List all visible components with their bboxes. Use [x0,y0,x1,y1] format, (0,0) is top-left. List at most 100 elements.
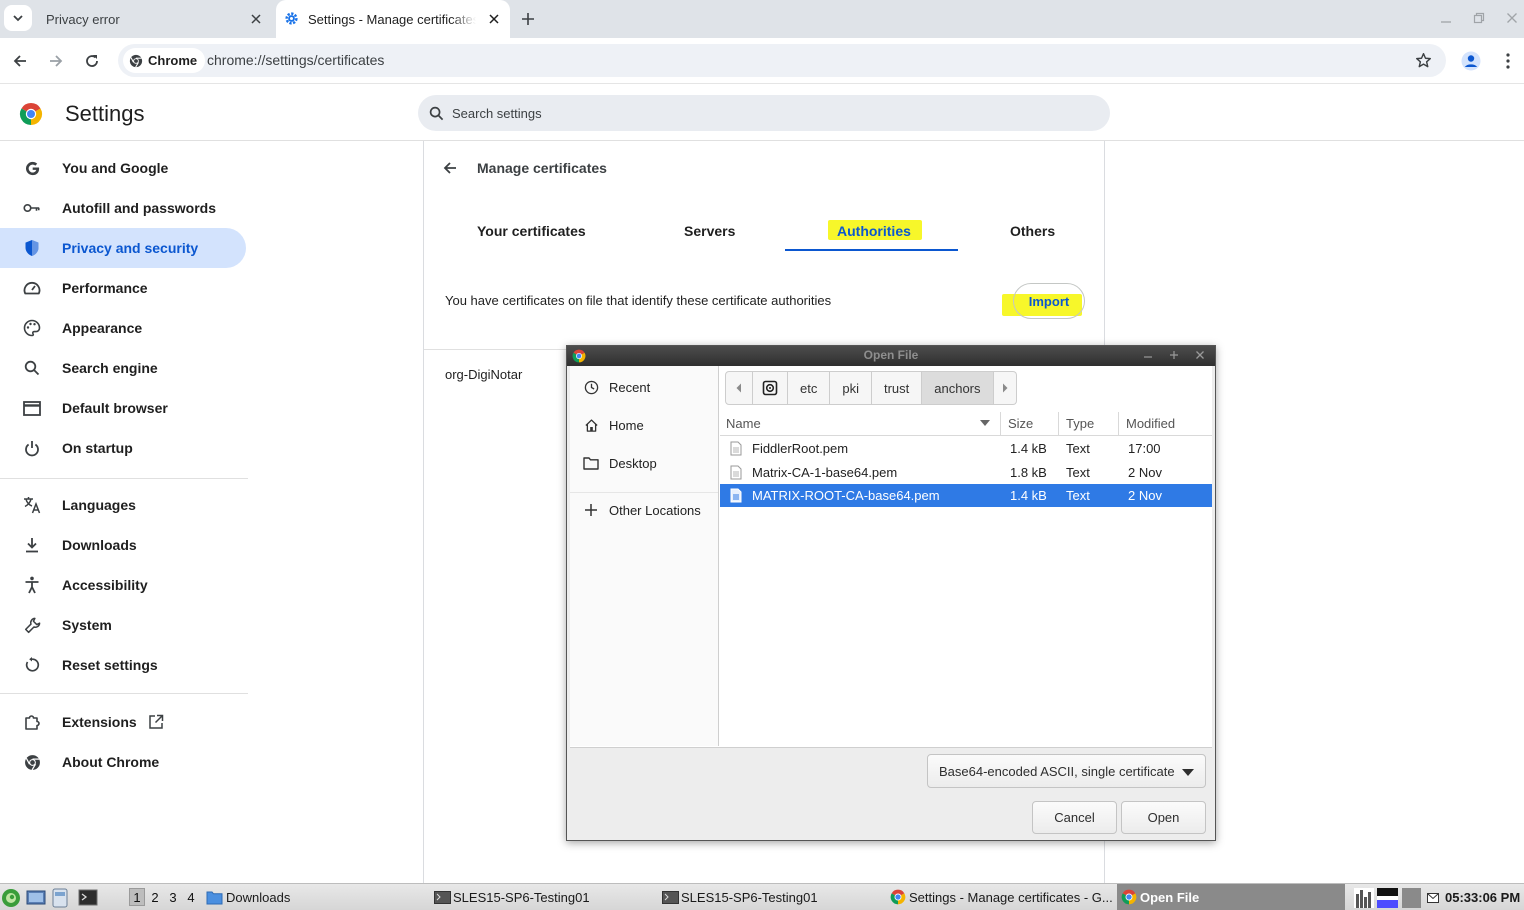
sidebar-item-extensions[interactable]: Extensions [0,702,246,742]
chrome-icon [1121,889,1137,905]
file-row-selected[interactable]: MATRIX-ROOT-CA-base64.pem 1.4 kB Text 2 … [720,484,1212,507]
url-text[interactable]: chrome://settings/certificates [207,52,384,68]
terminal-icon[interactable] [78,889,98,906]
taskbar-item-terminal-2[interactable]: SLES15-SP6-Testing01 [662,884,818,910]
sidebar-item-appearance[interactable]: Appearance [0,308,246,348]
sidebar-item-default-browser[interactable]: Default browser [0,388,246,428]
workspace-2[interactable]: 2 [147,888,163,906]
cancel-button[interactable]: Cancel [1032,801,1117,834]
chevron-down-icon [13,15,23,22]
import-button[interactable]: Import [1013,283,1085,319]
plus-icon [522,13,534,25]
close-tab-icon[interactable] [248,11,264,27]
tab-search-button[interactable] [4,5,32,31]
column-header-size[interactable]: Size [1008,416,1033,431]
sidebar-item-reset-settings[interactable]: Reset settings [0,645,246,685]
minimize-button[interactable] [1438,10,1454,26]
address-bar[interactable]: Chrome chrome://settings/certificates [118,44,1446,77]
sidebar-item-performance[interactable]: Performance [0,268,246,308]
column-header-name[interactable]: Name [726,416,761,431]
sidebar-item-on-startup[interactable]: On startup [0,428,246,468]
site-info-chip[interactable]: Chrome [123,48,206,73]
start-menu-icon[interactable] [1,888,21,908]
file-row[interactable]: FiddlerRoot.pem 1.4 kB Text 17:00 [720,437,1212,460]
dialog-footer: Base64-encoded ASCII, single certificate… [570,747,1212,839]
back-button[interactable] [10,51,30,71]
place-home[interactable]: Home [570,410,719,440]
path-bar: etc pki trust anchors [725,371,1017,405]
sidebar-item-about-chrome[interactable]: About Chrome [0,742,246,782]
tab-settings-manage-certificates[interactable]: Settings - Manage certificates [276,0,510,38]
new-tab-button[interactable] [518,9,538,29]
tab-privacy-error[interactable]: Privacy error [32,0,272,38]
sidebar-item-downloads[interactable]: Downloads [0,525,246,565]
taskbar-item-downloads[interactable]: Downloads [206,884,290,910]
workspace-4[interactable]: 4 [183,888,199,906]
sidebar-item-autofill[interactable]: Autofill and passwords [0,188,246,228]
dialog-titlebar[interactable]: Open File [567,346,1215,366]
file-name: Matrix-CA-1-base64.pem [752,465,898,480]
maximize-icon[interactable] [1167,348,1181,362]
path-segment-anchors[interactable]: anchors [922,371,994,405]
file-size: 1.4 kB [1010,488,1047,503]
place-other-locations[interactable]: Other Locations [570,495,719,525]
close-tab-icon[interactable] [486,11,502,27]
profile-button[interactable] [1460,50,1482,72]
close-icon [1507,13,1517,23]
tab-others[interactable]: Others [1010,223,1055,239]
file-row[interactable]: Matrix-CA-1-base64.pem 1.8 kB Text 2 Nov [720,461,1212,484]
workspace-3[interactable]: 3 [165,888,181,906]
taskbar-item-open-file[interactable]: Open File [1117,884,1345,910]
sidebar-divider [0,693,248,694]
settings-header: Settings Search settings [0,85,1524,141]
sidebar-item-search-engine[interactable]: Search engine [0,348,246,388]
close-window-button[interactable] [1504,10,1520,26]
sidebar-item-system[interactable]: System [0,605,246,645]
menu-button[interactable] [1497,50,1519,72]
path-root-button[interactable] [753,371,788,405]
terminal-icon [434,890,451,904]
sidebar-item-you-and-google[interactable]: You and Google [0,148,246,188]
place-desktop[interactable]: Desktop [570,448,719,478]
reload-icon [86,55,98,67]
tab-servers[interactable]: Servers [684,223,735,239]
file-type-filter-select[interactable]: Base64-encoded ASCII, single certificate [927,754,1206,788]
column-header-modified[interactable]: Modified [1126,416,1175,431]
sidebar-item-accessibility[interactable]: Accessibility [0,565,246,605]
settings-sidebar: You and Google Autofill and passwords Pr… [0,141,248,883]
bookmark-star-icon[interactable] [1415,52,1432,69]
path-segment-trust[interactable]: trust [871,371,923,405]
forward-button[interactable] [46,51,66,71]
path-scroll-right-button[interactable] [993,371,1017,405]
sidebar-item-languages[interactable]: Languages [0,485,246,525]
mail-icon[interactable] [1427,893,1439,903]
restore-button[interactable] [1471,10,1487,26]
taskbar-item-chrome-settings[interactable]: Settings - Manage certificates - G... [890,884,1113,910]
close-icon[interactable] [1193,348,1207,362]
open-button[interactable]: Open [1121,801,1206,834]
back-arrow-icon[interactable] [442,160,458,176]
file-type: Text [1066,441,1090,456]
organization-name[interactable]: org-DigiNotar [445,367,522,382]
clock-icon [583,379,599,395]
path-scroll-left-button[interactable] [725,371,753,405]
settings-search-box[interactable]: Search settings [418,95,1110,131]
file-list-header: Name Size Type Modified [720,412,1212,436]
file-manager-icon[interactable] [51,888,69,908]
workspace-1[interactable]: 1 [129,888,145,906]
place-recent[interactable]: Recent [570,372,719,402]
shield-icon [22,238,42,258]
column-header-type[interactable]: Type [1066,416,1094,431]
clock[interactable]: 05:33:06 PM [1445,884,1520,910]
sidebar-item-privacy[interactable]: Privacy and security [0,228,246,268]
file-modified: 2 Nov [1128,465,1162,480]
path-segment-pki[interactable]: pki [830,371,872,405]
reload-button[interactable] [82,51,102,71]
taskbar-item-terminal-1[interactable]: SLES15-SP6-Testing01 [434,884,590,910]
tab-your-certificates[interactable]: Your certificates [477,223,586,239]
minimize-icon[interactable] [1141,348,1155,362]
tab-authorities[interactable]: Authorities [837,223,911,239]
taskbar: 1 2 3 4 Downloads SLES15-SP6-Testing01 S… [0,883,1524,910]
path-segment-etc[interactable]: etc [788,371,831,405]
show-desktop-icon[interactable] [26,889,46,907]
